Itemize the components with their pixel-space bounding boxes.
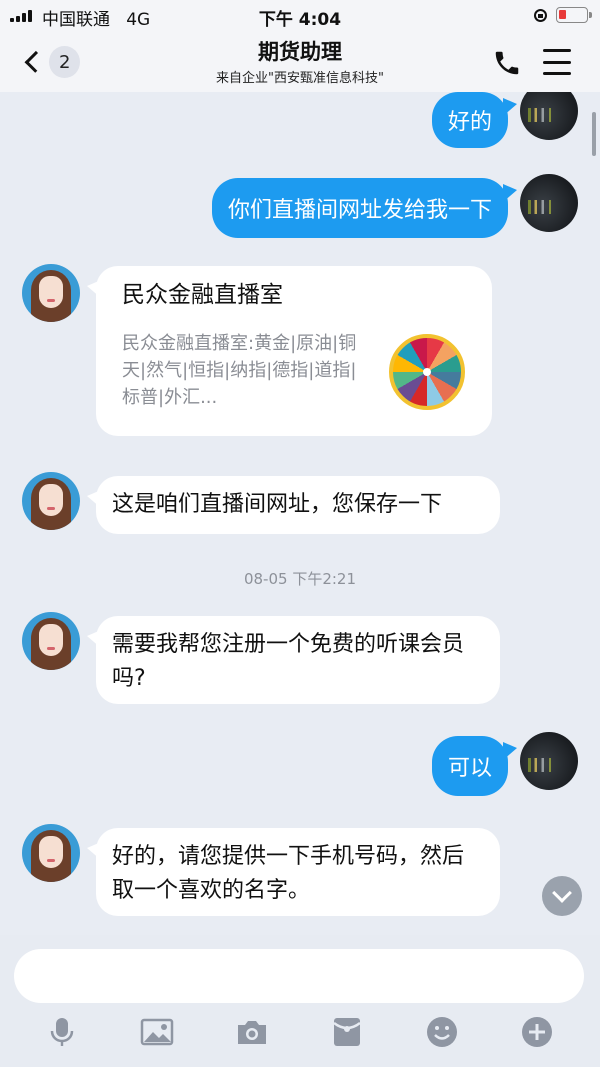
red-packet-icon (333, 1018, 361, 1046)
red-packet-button[interactable] (330, 1015, 364, 1049)
link-card-thumbnail (389, 334, 465, 410)
my-avatar[interactable] (520, 174, 578, 232)
message-bubble-outgoing[interactable]: 你们直播间网址发给我一下 (211, 178, 518, 238)
composer (0, 935, 600, 1067)
image-icon (140, 1018, 174, 1046)
voice-button[interactable] (45, 1015, 79, 1049)
link-card-title: 民众金融直播室 (122, 282, 283, 308)
link-card[interactable]: 民众金融直播室 民众金融直播室:黄金|原油|铜天|然气|恒指|纳指|德指|道指|… (87, 266, 492, 436)
emoji-icon (427, 1017, 457, 1047)
menu-button[interactable] (543, 49, 571, 75)
message-bubble-outgoing[interactable]: 可以 (431, 736, 518, 796)
message-bubble-incoming[interactable]: 这是咱们直播间网址，您保存一下 (87, 476, 500, 534)
contact-avatar[interactable] (22, 612, 80, 670)
message-list[interactable]: 好的 你们直播间网址发给我一下 民众金融直播室 民众金融直播室:黄金|原油|铜天… (0, 92, 600, 935)
message-text: 好的，请您提供一下手机号码，然后取一个喜欢的名字。 (112, 844, 465, 903)
status-bar: 中国联通 4G 下午 4:04 (0, 0, 600, 32)
emoji-button[interactable] (425, 1015, 459, 1049)
battery-icon (556, 7, 592, 23)
message-text: 可以 (447, 756, 492, 781)
scroll-to-bottom-button[interactable] (542, 876, 582, 916)
chat-header: 2 期货助理 来自企业"西安甄准信息科技" (0, 32, 600, 92)
status-time: 下午 4:04 (258, 10, 342, 30)
microphone-icon (50, 1018, 74, 1046)
phone-icon (495, 51, 519, 75)
camera-button[interactable] (235, 1015, 269, 1049)
link-card-description: 民众金融直播室:黄金|原油|铜天|然气|恒指|纳指|德指|道指|标普|外汇... (122, 333, 357, 408)
rotation-lock-icon (534, 9, 547, 22)
phone-call-button[interactable] (492, 48, 522, 78)
more-button[interactable] (520, 1015, 554, 1049)
message-timestamp: 08-05 下午2:21 (243, 570, 357, 588)
message-text: 好的 (447, 110, 492, 135)
contact-avatar[interactable] (22, 264, 80, 322)
my-avatar[interactable] (520, 92, 578, 140)
message-bubble-outgoing[interactable]: 好的 (431, 92, 518, 148)
my-avatar[interactable] (520, 732, 578, 790)
message-input[interactable] (14, 949, 584, 1003)
contact-avatar[interactable] (22, 472, 80, 530)
message-bubble-incoming[interactable]: 好的，请您提供一下手机号码，然后取一个喜欢的名字。 (87, 828, 500, 916)
image-button[interactable] (140, 1015, 174, 1049)
message-text: 你们直播间网址发给我一下 (227, 198, 492, 223)
scrollbar[interactable] (592, 112, 596, 156)
message-bubble-incoming[interactable]: 需要我帮您注册一个免费的听课会员吗? (87, 616, 500, 704)
message-text: 需要我帮您注册一个免费的听课会员吗? (112, 632, 465, 691)
message-text: 这是咱们直播间网址，您保存一下 (112, 492, 443, 517)
plus-icon (522, 1017, 552, 1047)
camera-icon (238, 1021, 266, 1044)
contact-avatar[interactable] (22, 824, 80, 882)
